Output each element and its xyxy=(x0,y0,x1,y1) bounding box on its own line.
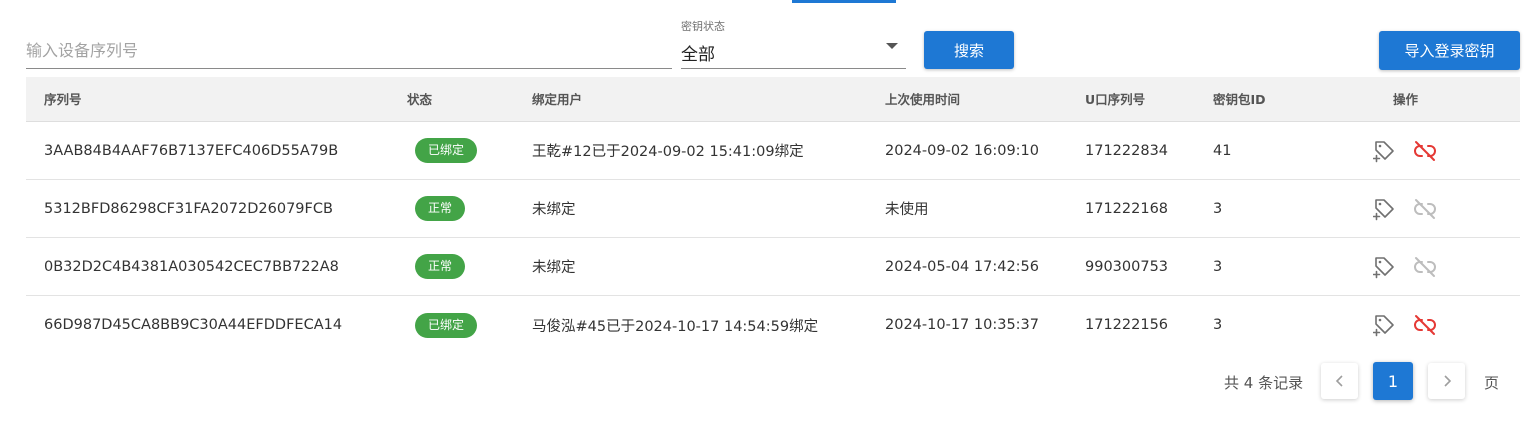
key-table: 序列号 状态 绑定用户 上次使用时间 U口序列号 密钥包ID 操作 3AAB84… xyxy=(26,77,1520,354)
package-id-cell: 3 xyxy=(1213,258,1223,275)
last-used-cell: 未使用 xyxy=(885,202,929,218)
actions-cell xyxy=(1372,180,1438,237)
column-header-status: 状态 xyxy=(407,92,433,107)
caret-down-icon xyxy=(886,43,898,49)
status-cell: 正常 xyxy=(415,180,466,237)
package-id-cell: 41 xyxy=(1213,142,1232,159)
serial-search-input[interactable] xyxy=(26,32,672,69)
last-used-cell: 2024-09-02 16:09:10 xyxy=(885,142,1039,159)
actions-cell xyxy=(1372,296,1438,354)
pagination-current-page[interactable]: 1 xyxy=(1373,362,1413,400)
status-badge: 正常 xyxy=(415,196,466,221)
status-cell: 正常 xyxy=(415,238,466,295)
tag-plus-icon[interactable] xyxy=(1372,312,1398,338)
status-badge: 已绑定 xyxy=(415,138,478,163)
table-row: 3AAB84B4AAF76B7137EFC406D55A79B 已绑定 王乾#1… xyxy=(26,122,1520,180)
tag-plus-icon[interactable] xyxy=(1372,138,1398,164)
bound-user-cell: 未绑定 xyxy=(532,202,576,218)
link-off-icon[interactable] xyxy=(1412,312,1438,338)
package-id-cell: 3 xyxy=(1213,317,1223,333)
status-badge: 正常 xyxy=(415,254,466,279)
table-row: 5312BFD86298CF31FA2072D26079FCB 正常 未绑定 未… xyxy=(26,180,1520,238)
pagination-prev-button[interactable] xyxy=(1321,363,1358,399)
link-off-icon[interactable] xyxy=(1412,254,1438,280)
chevron-left-icon xyxy=(1335,375,1343,387)
column-header-serial: 序列号 xyxy=(44,92,82,107)
pagination-total: 共 4 条记录 xyxy=(1224,374,1304,392)
key-status-value: 全部 xyxy=(681,45,715,65)
u-serial-cell: 171222834 xyxy=(1085,142,1169,159)
u-serial-cell: 990300753 xyxy=(1085,258,1169,275)
import-login-key-button[interactable]: 导入登录密钥 xyxy=(1379,31,1520,70)
status-cell: 已绑定 xyxy=(415,296,478,354)
pagination-next-button[interactable] xyxy=(1428,363,1465,399)
search-button[interactable]: 搜索 xyxy=(924,31,1014,69)
table-body: 3AAB84B4AAF76B7137EFC406D55A79B 已绑定 王乾#1… xyxy=(26,122,1520,354)
last-used-cell: 2024-05-04 17:42:56 xyxy=(885,258,1039,275)
key-status-select[interactable]: 密钥状态 全部 xyxy=(681,16,906,69)
serial-cell: 66D987D45CA8BB9C30A44EFDDFECA14 xyxy=(44,317,343,333)
link-off-icon[interactable] xyxy=(1412,138,1438,164)
status-cell: 已绑定 xyxy=(415,122,478,179)
chevron-right-icon xyxy=(1443,375,1451,387)
last-used-cell: 2024-10-17 10:35:37 xyxy=(885,317,1039,333)
actions-cell xyxy=(1372,122,1438,179)
package-id-cell: 3 xyxy=(1213,200,1223,217)
serial-cell: 3AAB84B4AAF76B7137EFC406D55A79B xyxy=(44,142,339,159)
tag-plus-icon[interactable] xyxy=(1372,196,1398,222)
link-off-icon[interactable] xyxy=(1412,196,1438,222)
status-badge: 已绑定 xyxy=(415,312,478,338)
column-header-last-used: 上次使用时间 xyxy=(885,92,961,107)
table-header: 序列号 状态 绑定用户 上次使用时间 U口序列号 密钥包ID 操作 xyxy=(26,77,1520,122)
tag-plus-icon[interactable] xyxy=(1372,254,1398,280)
bound-user-cell: 马俊泓#45已于2024-10-17 14:54:59绑定 xyxy=(532,318,819,335)
table-row: 0B32D2C4B4381A030542CEC7BB722A8 正常 未绑定 2… xyxy=(26,238,1520,296)
u-serial-cell: 171222156 xyxy=(1085,317,1169,333)
bound-user-cell: 未绑定 xyxy=(532,260,576,276)
u-serial-cell: 171222168 xyxy=(1085,200,1169,217)
column-header-package-id: 密钥包ID xyxy=(1213,92,1266,107)
table-row: 66D987D45CA8BB9C30A44EFDDFECA14 已绑定 马俊泓#… xyxy=(26,296,1520,354)
actions-cell xyxy=(1372,238,1438,295)
serial-cell: 5312BFD86298CF31FA2072D26079FCB xyxy=(44,200,333,217)
pagination-suffix: 页 xyxy=(1484,374,1500,392)
column-header-bound-user: 绑定用户 xyxy=(532,92,583,107)
serial-cell: 0B32D2C4B4381A030542CEC7BB722A8 xyxy=(44,258,339,275)
key-status-label: 密钥状态 xyxy=(681,20,725,33)
tab-indicator xyxy=(792,0,896,3)
column-header-actions: 操作 xyxy=(1393,92,1419,107)
bound-user-cell: 王乾#12已于2024-09-02 15:41:09绑定 xyxy=(532,144,804,160)
column-header-u-serial: U口序列号 xyxy=(1085,92,1146,107)
